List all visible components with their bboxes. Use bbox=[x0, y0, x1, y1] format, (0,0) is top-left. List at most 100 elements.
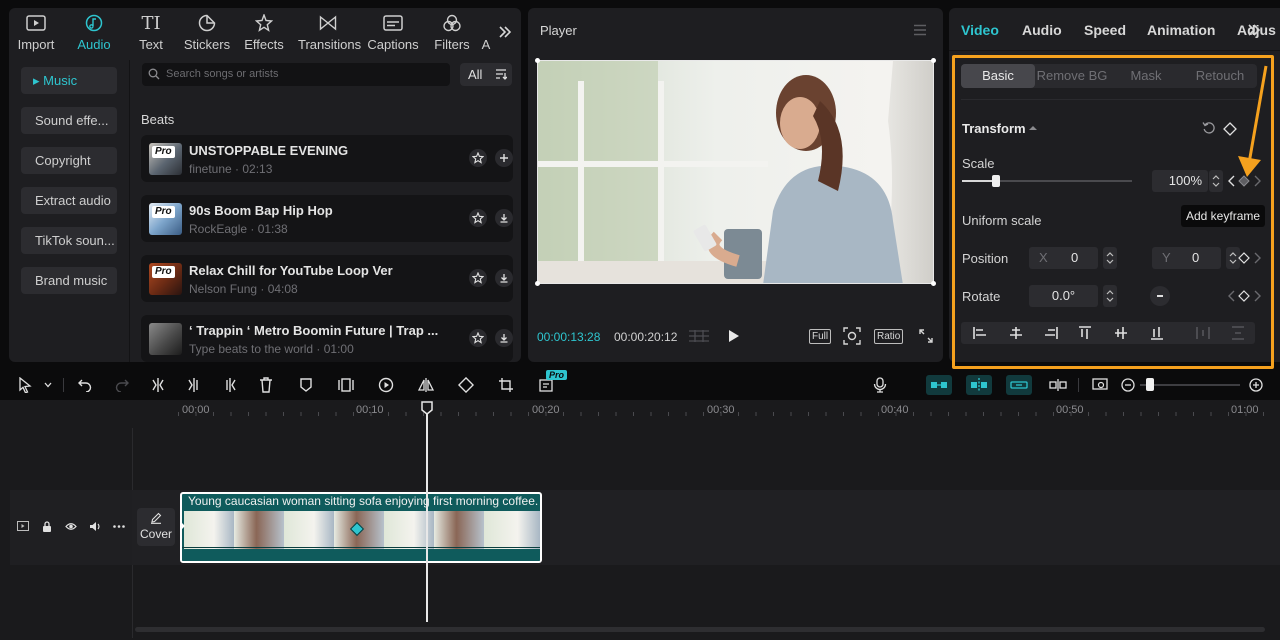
tab-animation[interactable]: Animation bbox=[1147, 22, 1215, 38]
category-tiktok-sounds[interactable]: TikTok soun... bbox=[21, 227, 117, 254]
tab-adjust[interactable]: A bbox=[479, 12, 493, 58]
tab-effects[interactable]: Effects bbox=[234, 12, 294, 58]
section-title: Beats bbox=[141, 112, 174, 127]
reverse-play-icon[interactable] bbox=[376, 375, 396, 395]
tab-captions[interactable]: Captions bbox=[363, 12, 423, 58]
song-item[interactable]: ‘ Trappin ‘ Metro Boomin Future | Trap .… bbox=[141, 315, 513, 362]
more-tabs-icon[interactable] bbox=[1247, 22, 1261, 38]
download-icon[interactable] bbox=[495, 329, 513, 347]
clip-frame bbox=[434, 511, 484, 549]
tab-video[interactable]: Video bbox=[961, 22, 999, 38]
frame-handle[interactable] bbox=[535, 58, 540, 63]
download-icon[interactable] bbox=[495, 209, 513, 227]
playhead-handle[interactable] bbox=[421, 401, 433, 415]
tab-audio-props[interactable]: Audio bbox=[1022, 22, 1062, 38]
add-icon[interactable] bbox=[495, 149, 513, 167]
clip-audio-strip bbox=[182, 549, 540, 561]
play-button[interactable] bbox=[728, 327, 740, 345]
zoom-to-fit-icon[interactable] bbox=[1090, 375, 1110, 395]
zoom-slider-handle[interactable] bbox=[1146, 378, 1154, 391]
song-item[interactable]: Pro 90s Boom Bap Hip Hop RockEagle · 01:… bbox=[141, 195, 513, 242]
timeline-scrollbar[interactable] bbox=[135, 627, 1265, 632]
tab-captions-label: Captions bbox=[363, 37, 423, 52]
song-title: Relax Chill for YouTube Loop Ver bbox=[189, 263, 393, 278]
transitions-icon bbox=[298, 12, 358, 34]
more-options-icon[interactable] bbox=[113, 525, 125, 528]
timeline-toolbar: Pro bbox=[0, 370, 1280, 400]
category-brand-music[interactable]: Brand music bbox=[21, 267, 117, 294]
highlight-box bbox=[952, 55, 1274, 369]
undo-icon[interactable] bbox=[75, 375, 95, 395]
split-icon[interactable] bbox=[148, 375, 168, 395]
search-input[interactable]: Search songs or artists bbox=[142, 63, 450, 86]
clip-frame bbox=[184, 511, 234, 549]
linkage-icon[interactable] bbox=[1006, 375, 1032, 395]
main-track-magnet-icon[interactable] bbox=[926, 375, 952, 395]
category-extract-audio[interactable]: Extract audio bbox=[21, 187, 117, 214]
tab-speed[interactable]: Speed bbox=[1084, 22, 1126, 38]
favorite-star-icon[interactable] bbox=[469, 209, 487, 227]
split-right-icon[interactable] bbox=[220, 375, 240, 395]
favorite-star-icon[interactable] bbox=[469, 269, 487, 287]
song-item[interactable]: Pro Relax Chill for YouTube Loop Ver Nel… bbox=[141, 255, 513, 302]
rotate-icon[interactable] bbox=[456, 375, 476, 395]
clip-frame bbox=[484, 511, 540, 549]
zoom-in-icon[interactable] bbox=[1246, 375, 1266, 395]
frame-handle[interactable] bbox=[535, 281, 540, 286]
zoom-out-icon[interactable] bbox=[1118, 375, 1138, 395]
search-icon bbox=[148, 68, 160, 80]
player-title: Player bbox=[540, 23, 577, 38]
more-tabs-icon[interactable] bbox=[497, 24, 513, 40]
microphone-icon[interactable] bbox=[870, 375, 890, 395]
split-left-icon[interactable] bbox=[184, 375, 204, 395]
tab-transitions[interactable]: Transitions bbox=[298, 12, 358, 58]
ratio-button[interactable]: Ratio bbox=[874, 329, 903, 344]
chevron-down-icon[interactable] bbox=[38, 375, 58, 395]
time-ruler[interactable]: 00:00 00:10 00:20 00:30 00:40 00:50 01:0… bbox=[10, 400, 1280, 420]
tab-filters[interactable]: Filters bbox=[422, 12, 482, 58]
tab-stickers[interactable]: Stickers bbox=[177, 12, 237, 58]
video-preview[interactable] bbox=[537, 60, 934, 284]
video-clip[interactable]: Young caucasian woman sitting sofa enjoy… bbox=[180, 492, 542, 563]
auto-snap-icon[interactable] bbox=[966, 375, 992, 395]
category-music[interactable]: ▸ Music bbox=[21, 67, 117, 94]
tab-import[interactable]: Import bbox=[9, 12, 66, 58]
captions-icon bbox=[363, 12, 423, 34]
favorite-star-icon[interactable] bbox=[469, 329, 487, 347]
tab-audio[interactable]: Audio bbox=[64, 12, 124, 58]
tab-stickers-label: Stickers bbox=[177, 37, 237, 52]
freeze-icon[interactable] bbox=[336, 375, 356, 395]
frame-handle[interactable] bbox=[931, 58, 936, 63]
crop-icon[interactable] bbox=[496, 375, 516, 395]
timecode-grid-icon[interactable] bbox=[688, 327, 710, 345]
audio-volume-icon[interactable] bbox=[89, 521, 101, 532]
annotation-arrow bbox=[1236, 64, 1272, 182]
adjust-icon bbox=[479, 12, 493, 34]
snapshot-icon[interactable] bbox=[843, 327, 861, 345]
menu-icon[interactable] bbox=[913, 24, 927, 36]
select-cursor-icon[interactable] bbox=[15, 375, 35, 395]
delete-icon[interactable] bbox=[256, 375, 276, 395]
cover-button[interactable]: Cover bbox=[137, 508, 175, 546]
full-quality-button[interactable]: Full bbox=[809, 329, 831, 344]
song-item[interactable]: Pro UNSTOPPABLE EVENING finetune · 02:13 bbox=[141, 135, 513, 182]
category-sound-effects[interactable]: Sound effe... bbox=[21, 107, 117, 134]
ruler-minor-ticks bbox=[178, 412, 1278, 416]
preview-axis-icon[interactable] bbox=[1048, 375, 1068, 395]
lock-icon[interactable] bbox=[42, 521, 52, 532]
tab-text[interactable]: TI Text bbox=[121, 12, 181, 58]
tab-transitions-label: Transitions bbox=[298, 37, 358, 52]
mirror-icon[interactable] bbox=[416, 375, 436, 395]
eye-icon[interactable] bbox=[65, 522, 77, 531]
download-icon[interactable] bbox=[495, 269, 513, 287]
playhead[interactable] bbox=[426, 404, 428, 622]
favorite-star-icon[interactable] bbox=[469, 149, 487, 167]
marker-icon[interactable] bbox=[296, 375, 316, 395]
stickers-icon bbox=[177, 12, 237, 34]
category-copyright[interactable]: Copyright bbox=[21, 147, 117, 174]
player-panel: Player bbox=[528, 8, 943, 362]
frame-handle[interactable] bbox=[931, 281, 936, 286]
song-meta: Nelson Fung · 04:08 bbox=[189, 282, 298, 296]
filter-dropdown[interactable]: All bbox=[460, 63, 512, 86]
fullscreen-icon[interactable] bbox=[919, 327, 933, 345]
